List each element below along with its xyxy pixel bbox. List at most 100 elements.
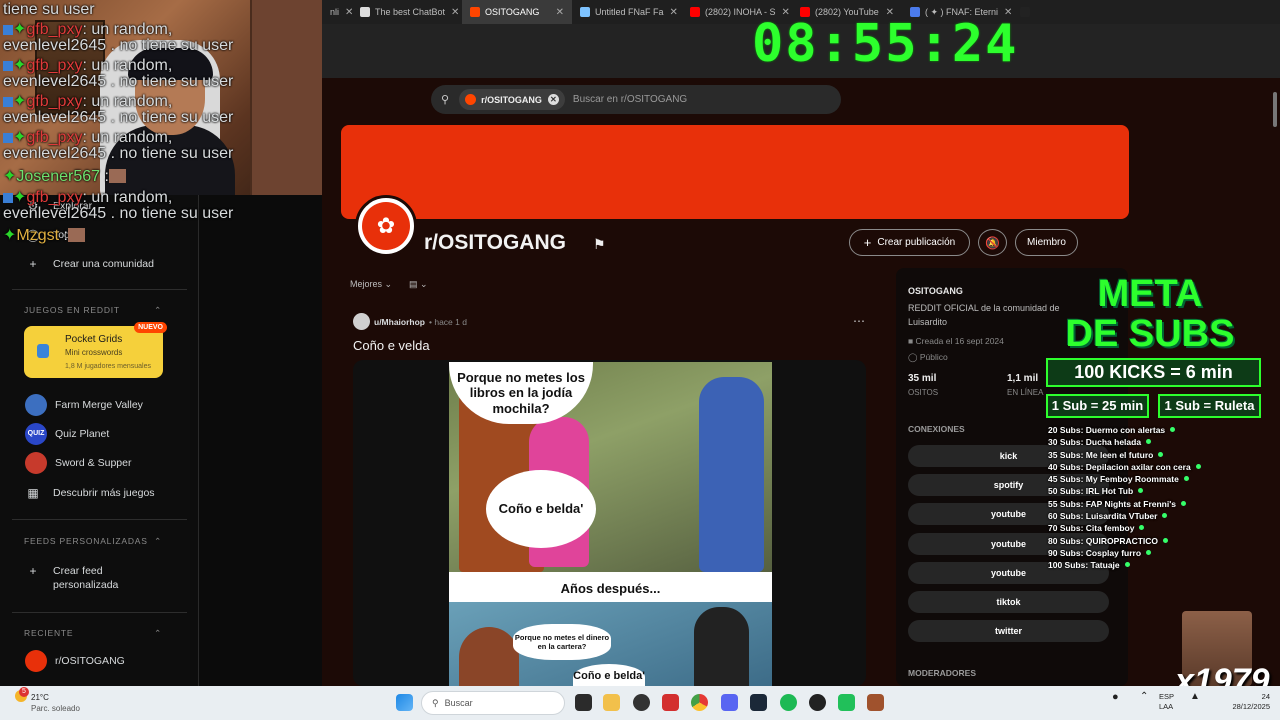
chat-message: tiene su user [3, 2, 235, 18]
speech-bubble: Porque no metes los libros en la jodía m… [449, 362, 593, 424]
about-visibility-text: Público [919, 352, 948, 362]
sidebar-item-label: Sword & Supper [55, 457, 132, 469]
microphone-icon[interactable]: ● [1112, 692, 1119, 703]
task-view-icon[interactable] [575, 694, 592, 711]
tab-favicon-icon [580, 7, 590, 17]
section-feeds-label: FEEDS PERSONALIZADAS [24, 536, 148, 546]
section-juegos-label: JUEGOS EN REDDIT [24, 305, 120, 315]
quiz-planet-icon: QUIZ [25, 423, 47, 445]
app-dark-icon[interactable] [809, 694, 826, 711]
app-green-icon[interactable] [838, 694, 855, 711]
community-chip[interactable]: r/OSITOGANG ✕ [459, 89, 565, 110]
sidebar-item-crear-feed[interactable]: + Crear feed personalizada [25, 564, 133, 592]
tab-label: nli [330, 7, 340, 17]
sidebar-item-sword-supper[interactable]: Sword & Supper [25, 452, 131, 474]
section-reciente[interactable]: RECIENTE ⌃ [24, 628, 162, 639]
pocket-grids-card[interactable]: NUEVO Pocket Grids Mini crosswords 1,8 M… [24, 322, 167, 378]
sub-goal-text: 45 Subs: My Femboy Roommate [1048, 474, 1179, 485]
sidebar-item-label: Farm Merge Valley [55, 399, 143, 411]
more-options-icon[interactable]: ⋯ [853, 314, 865, 328]
sub-goal-item: 20 Subs: Duermo con alertas [1048, 425, 1201, 437]
section-feeds[interactable]: FEEDS PERSONALIZADAS ⌃ [24, 536, 162, 547]
chat-username[interactable]: gfb_pxy [26, 93, 82, 110]
discord-icon[interactable] [721, 694, 738, 711]
post-image[interactable]: Porque no metes los libros en la jodía m… [353, 360, 866, 686]
sub-goal-item: 60 Subs: Luisardita VTuber [1048, 511, 1201, 523]
lang-line1: ESP [1159, 692, 1175, 701]
spotify-icon[interactable] [780, 694, 797, 711]
close-tab-icon[interactable]: ✕ [664, 7, 678, 18]
community-chip-label: r/OSITOGANG [481, 94, 542, 105]
sub-reward-ruleta: 1 Sub = Ruleta [1158, 394, 1261, 418]
chat-username[interactable]: Mzgst [16, 227, 59, 244]
app-red-icon[interactable] [662, 694, 679, 711]
app-brown-icon[interactable] [867, 694, 884, 711]
close-tab-icon[interactable]: ✕ [445, 7, 459, 18]
page-scrollbar[interactable] [1273, 92, 1277, 127]
meta-title-line2: DE SUBS [1065, 313, 1235, 355]
plus-icon: + [863, 235, 872, 250]
sidebar-item-label: Crear feed personalizada [53, 565, 119, 591]
chat-username[interactable]: gfb_pxy [26, 57, 82, 74]
taskbar-date: 28/12/2025 [1232, 702, 1270, 711]
close-tab-icon[interactable]: ✕ [1035, 7, 1042, 18]
tab-label: OSITOGANG [485, 7, 540, 17]
weather-widget[interactable]: 5 21°C Parc. soleado [15, 687, 80, 714]
post-title[interactable]: Coño e velda [353, 338, 430, 353]
chat-username[interactable]: Josener567 [16, 168, 100, 185]
section-juegos[interactable]: JUEGOS EN REDDIT ⌃ [24, 305, 162, 316]
pocket-grids-title: Pocket Grids [65, 334, 123, 345]
chrome-icon[interactable] [691, 694, 708, 711]
chat-emote-image [67, 228, 85, 242]
wifi-icon[interactable]: ▲ [1190, 692, 1200, 702]
file-explorer-icon[interactable] [603, 694, 620, 711]
browser-tab[interactable]: Untitled FNaF Fa ✕ [572, 0, 682, 24]
view-dropdown[interactable]: ▤ ⌄ [409, 279, 428, 290]
sidebar-item-crear-comunidad[interactable]: + Crear una comunidad [25, 257, 154, 271]
steam-icon[interactable] [750, 694, 767, 711]
sub-goal-item: 50 Subs: IRL Hot Tub [1048, 486, 1201, 498]
sub-goal-item: 45 Subs: My Femboy Roommate [1048, 474, 1201, 486]
chevron-up-icon[interactable]: ⌃ [1140, 692, 1148, 702]
clear-chip-icon[interactable]: ✕ [547, 94, 559, 105]
pocket-grids-icon [37, 344, 49, 358]
sub-goal-text: 70 Subs: Cita femboy [1048, 523, 1135, 534]
browser-tab[interactable]: nli ✕ [322, 0, 352, 24]
sub-goal-item: 100 Subs: Tatuaje [1048, 560, 1201, 572]
chat-username[interactable]: gfb_pxy [26, 189, 82, 206]
goal-dot-icon [1162, 513, 1168, 519]
weather-temp: 21°C [31, 693, 49, 702]
language-indicator[interactable]: ESP LAA [1159, 692, 1174, 712]
chat-username[interactable]: gfb_pxy [26, 21, 82, 38]
sidebar-item-descubrir-juegos[interactable]: ▦ Descubrir más juegos [25, 486, 154, 500]
member-label: Miembro [1027, 237, 1066, 248]
browser-tab[interactable]: OSITOGANG ✕ [462, 0, 572, 24]
search-input[interactable]: ⚲ r/OSITOGANG ✕ Buscar en r/OSITOGANG [431, 85, 841, 114]
sidebar-item-quiz-planet[interactable]: QUIZ Quiz Planet [25, 423, 109, 445]
taskbar-search[interactable]: ⚲ Buscar [421, 691, 565, 715]
notifications-button[interactable]: 🔕 [978, 229, 1007, 256]
chat-badge-icon: ✦ [13, 21, 27, 38]
windows-start-icon[interactable] [396, 694, 413, 711]
goal-dot-icon [1180, 500, 1186, 506]
avatar [353, 313, 370, 330]
chevron-up-icon: ⌃ [154, 536, 162, 546]
clock-date[interactable]: 24 28/12/2025 [1226, 692, 1270, 712]
sub-goal-text: 100 Subs: Tatuaje [1048, 560, 1120, 571]
sidebar-item-farm-merge[interactable]: Farm Merge Valley [25, 394, 143, 416]
sidebar-item-recent-ositogang[interactable]: r/OSITOGANG [25, 650, 125, 672]
close-tab-icon[interactable]: ✕ [339, 7, 352, 18]
browser-tab[interactable]: The best ChatBot ✕ [352, 0, 462, 24]
post-author-row[interactable]: u/Mhaiorhop • hace 1 d [353, 313, 467, 330]
search-icon: ⚲ [441, 94, 450, 106]
sort-dropdown[interactable]: Mejores ⌄ [350, 279, 392, 290]
create-post-button[interactable]: + Crear publicación [849, 229, 970, 256]
connection-link[interactable]: tiktok [908, 591, 1109, 613]
chat-username[interactable]: gfb_pxy [26, 129, 82, 146]
about-visibility: ◯ Público [908, 352, 948, 363]
post-author[interactable]: u/Mhaiorhop [374, 317, 425, 327]
connection-link[interactable]: twitter [908, 620, 1109, 643]
member-button[interactable]: Miembro [1015, 229, 1078, 256]
close-tab-icon[interactable]: ✕ [550, 7, 564, 18]
obs-icon[interactable] [633, 694, 650, 711]
